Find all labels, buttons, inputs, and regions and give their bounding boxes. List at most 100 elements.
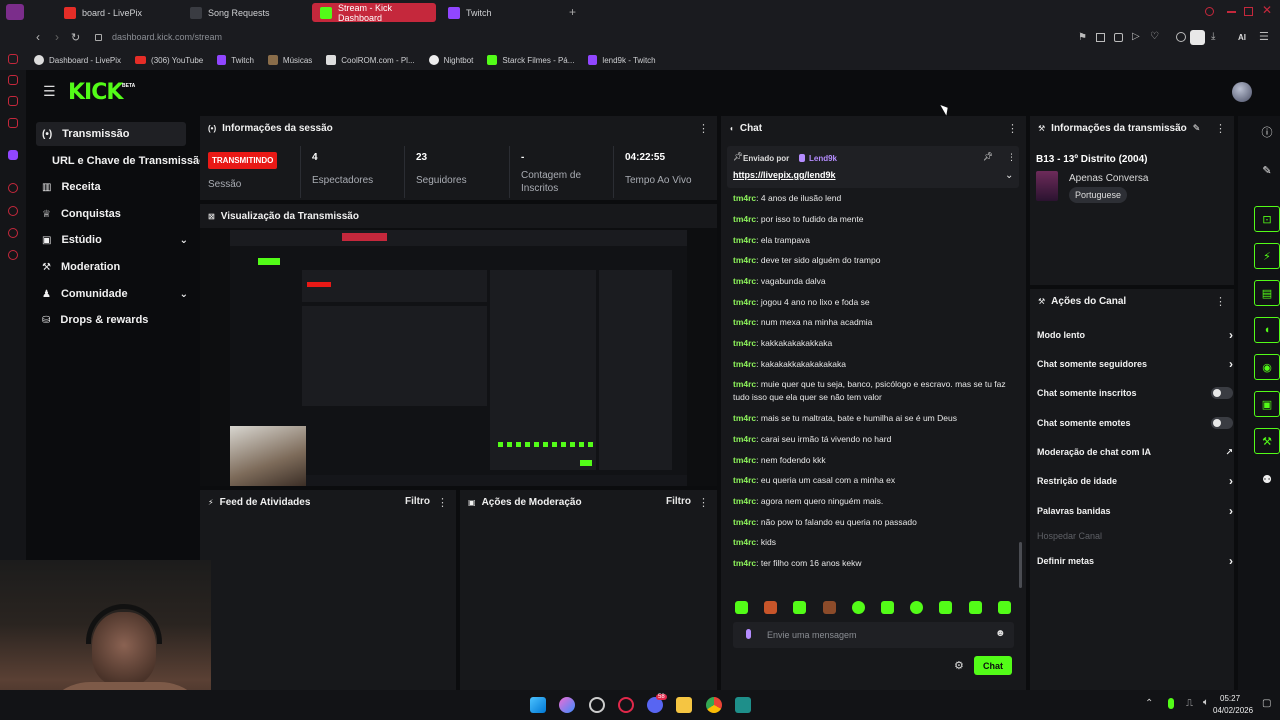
emote-icon[interactable] bbox=[939, 601, 952, 614]
bookmark-coolrom[interactable]: CoolROM.com - Pl... bbox=[326, 55, 415, 65]
microphone-icon[interactable] bbox=[1168, 698, 1174, 709]
url-field[interactable]: dashboard.kick.com/stream bbox=[112, 32, 222, 42]
action-banned-words[interactable]: Palavras banidas › bbox=[1037, 501, 1233, 521]
hamburger-menu-icon[interactable]: ☰ bbox=[43, 83, 56, 100]
play-icon[interactable]: ▷ bbox=[1132, 31, 1140, 42]
chevron-down-icon[interactable]: ⌄ bbox=[180, 235, 188, 246]
chat-username[interactable]: tm4rc bbox=[733, 475, 756, 485]
lightning-icon[interactable]: ⚡ bbox=[1254, 243, 1280, 269]
pinned-user[interactable]: Lend9k bbox=[809, 154, 837, 163]
minimize-icon[interactable] bbox=[1227, 11, 1236, 13]
pinned-message[interactable]: 📌︎ Enviado por Lend9k 📌︎ ⋮ https://livep… bbox=[727, 146, 1019, 188]
sidebar-item-url-chave[interactable]: URL e Chave de Transmissão bbox=[46, 149, 206, 173]
wallet-icon[interactable] bbox=[1114, 33, 1123, 42]
chat-username[interactable]: tm4rc bbox=[733, 359, 756, 369]
chat-send-button[interactable]: Chat bbox=[974, 656, 1012, 675]
emote-icon[interactable] bbox=[764, 601, 777, 614]
wrench-icon[interactable]: ⚒ bbox=[1254, 428, 1280, 454]
emote-icon[interactable] bbox=[881, 601, 894, 614]
chat-username[interactable]: tm4rc bbox=[733, 255, 756, 265]
microphone-icon[interactable] bbox=[746, 629, 751, 639]
action-slow-mode[interactable]: Modo lento › bbox=[1037, 325, 1233, 345]
action-followers-only[interactable]: Chat somente seguidores › bbox=[1037, 354, 1233, 374]
download-icon[interactable]: ⤓ bbox=[1211, 31, 1215, 42]
emote-icon[interactable] bbox=[998, 601, 1011, 614]
search-icon[interactable] bbox=[1205, 7, 1214, 16]
kick-logo[interactable]: KICK bbox=[68, 80, 123, 105]
emoji-icon[interactable]: ☻ bbox=[995, 628, 1006, 639]
edit-icon[interactable]: ✎ bbox=[1254, 157, 1280, 183]
chat-username[interactable]: tm4rc bbox=[733, 455, 756, 465]
chat-username[interactable]: tm4rc bbox=[733, 214, 756, 224]
screenshot-icon[interactable] bbox=[1096, 33, 1105, 42]
chat-icon[interactable]: ◖ bbox=[1254, 317, 1280, 343]
chat-username[interactable]: tm4rc bbox=[733, 338, 756, 348]
chat-scrollbar[interactable] bbox=[1019, 542, 1022, 588]
tab-twitch[interactable]: Twitch bbox=[440, 3, 560, 22]
action-set-goals[interactable]: Definir metas › bbox=[1037, 551, 1233, 571]
heart-icon[interactable]: ♡ bbox=[1150, 31, 1159, 42]
arrow-icon[interactable] bbox=[8, 54, 18, 64]
chat-username[interactable]: tm4rc bbox=[733, 517, 756, 527]
bookmark-musicas[interactable]: Músicas bbox=[267, 55, 312, 65]
category-name[interactable]: Apenas Conversa bbox=[1069, 173, 1149, 184]
info-icon[interactable]: ⓘ bbox=[1254, 119, 1280, 145]
chat-input-box[interactable]: Envie uma mensagem ☻ bbox=[733, 622, 1014, 648]
more-options-icon[interactable]: ⋮ bbox=[1007, 152, 1016, 163]
sidebar-item-conquistas[interactable]: ♕ Conquistas bbox=[36, 202, 186, 226]
stream-preview-video[interactable] bbox=[200, 228, 717, 486]
bookmark-starck[interactable]: Starck Filmes - Pá... bbox=[487, 55, 574, 65]
chevron-down-icon[interactable]: ⌄ bbox=[1005, 170, 1013, 181]
bookmark-nightbot[interactable]: Nightbot bbox=[428, 55, 473, 65]
unpin-icon[interactable]: 📌︎ bbox=[983, 152, 993, 161]
forward-icon[interactable]: › bbox=[55, 30, 59, 44]
notification-icon[interactable]: ▢ bbox=[1262, 698, 1271, 709]
sidebar-item-receita[interactable]: ▥ Receita bbox=[36, 175, 186, 199]
edit-icon[interactable]: ✎ bbox=[1193, 123, 1201, 134]
more-options-icon[interactable]: ⋮ bbox=[698, 122, 709, 135]
chat-settings-icon[interactable]: ⚙ bbox=[954, 659, 964, 672]
sidebar-item-comunidade[interactable]: ♟ Comunidade ⌄ bbox=[36, 282, 188, 306]
emote-icon[interactable] bbox=[969, 601, 982, 614]
filter-button[interactable]: Filtro bbox=[405, 496, 430, 507]
more-options-icon[interactable]: ⋮ bbox=[1007, 122, 1018, 135]
chat-username[interactable]: tm4rc bbox=[733, 537, 756, 547]
clock-date[interactable]: 04/02/2026 bbox=[1213, 706, 1253, 715]
browser-logo-icon[interactable] bbox=[6, 4, 24, 20]
chrome-icon[interactable] bbox=[706, 697, 722, 713]
instagram-icon[interactable] bbox=[8, 118, 18, 128]
copilot-icon[interactable] bbox=[559, 697, 575, 713]
settings-icon[interactable] bbox=[8, 250, 18, 260]
broadcast-icon[interactable]: ◉ bbox=[1254, 354, 1280, 380]
chat-username[interactable]: tm4rc bbox=[733, 558, 756, 568]
chat-username[interactable]: tm4rc bbox=[733, 297, 756, 307]
network-icon[interactable]: ⎍ bbox=[1186, 698, 1193, 709]
subscribers-only-toggle[interactable] bbox=[1211, 387, 1233, 399]
clock-time[interactable]: 05:27 bbox=[1220, 694, 1240, 703]
emote-icon[interactable] bbox=[910, 601, 923, 614]
chat-username[interactable]: tm4rc bbox=[733, 496, 756, 506]
avatar[interactable] bbox=[1232, 82, 1252, 102]
emotes-only-toggle[interactable] bbox=[1211, 417, 1233, 429]
emote-icon[interactable] bbox=[852, 601, 865, 614]
twitch-icon[interactable] bbox=[8, 150, 18, 160]
bookmark-livepix[interactable]: Dashboard - LivePix bbox=[34, 55, 121, 65]
action-age-restriction[interactable]: Restrição de idade › bbox=[1037, 471, 1233, 491]
chat-username[interactable]: tm4rc bbox=[733, 434, 756, 444]
preview-icon[interactable]: ⊡ bbox=[1254, 206, 1280, 232]
menu-icon[interactable]: ☰ bbox=[1259, 30, 1269, 43]
profile-icon[interactable] bbox=[1190, 30, 1205, 45]
windows-start-icon[interactable] bbox=[530, 697, 546, 713]
bookmark-lend9k[interactable]: lend9k - Twitch bbox=[588, 55, 656, 65]
sidebar-item-transmissao[interactable]: (•) Transmissão bbox=[36, 122, 186, 146]
emote-icon[interactable] bbox=[793, 601, 806, 614]
new-tab-button[interactable]: + bbox=[569, 5, 576, 19]
extensions-icon[interactable] bbox=[1176, 32, 1186, 42]
history-icon[interactable] bbox=[8, 206, 18, 216]
player-icon[interactable] bbox=[8, 183, 18, 193]
sidebar-item-estudio[interactable]: ▣ Estúdio ⌄ bbox=[36, 228, 188, 252]
bookmark-youtube[interactable]: (306) YouTube bbox=[135, 56, 203, 65]
chevron-up-icon[interactable]: ⌃ bbox=[1145, 698, 1153, 709]
emote-icon[interactable] bbox=[735, 601, 748, 614]
file-explorer-icon[interactable] bbox=[676, 697, 692, 713]
